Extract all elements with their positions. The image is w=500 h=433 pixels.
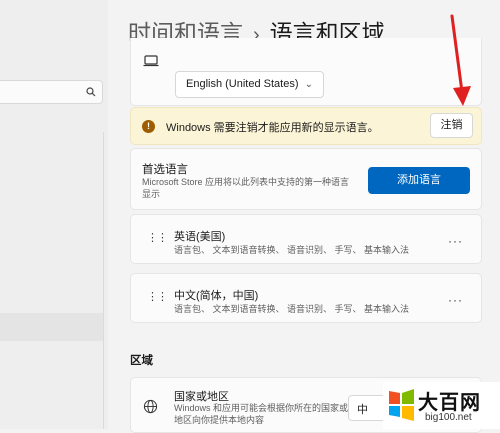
watermark-url: big100.net [425, 412, 472, 423]
watermark-logo [389, 389, 414, 421]
more-options-icon[interactable]: ··· [448, 234, 463, 248]
navigation-pane [0, 0, 108, 429]
country-region-description: Windows 和应用可能会根据你所在的国家或地区向你提供本地内容 [174, 403, 349, 425]
navigation-divider [103, 132, 104, 429]
search-icon [86, 87, 96, 97]
language-name: 中文(简体，中国) [174, 290, 259, 302]
warning-text: Windows 需要注销才能应用新的显示语言。 [166, 122, 379, 134]
language-features: 语言包、 文本到语音转换、 语音识别、 手写、 基本输入法 [174, 304, 410, 314]
preferred-languages-description: Microsoft Store 应用将以此列表中支持的第一种语言显示 [142, 177, 350, 199]
region-section-heading: 区域 [130, 355, 153, 367]
red-arrow-annotation [450, 14, 471, 106]
drag-handle-icon[interactable]: ⋮⋮ [147, 233, 168, 244]
watermark-title: 大百网 [418, 392, 481, 414]
chevron-down-icon: ⌄ [304, 79, 313, 90]
drag-handle-icon[interactable]: ⋮⋮ [147, 292, 168, 303]
warning-icon: ! [142, 120, 155, 133]
country-region-value: 中 [357, 404, 368, 416]
globe-icon [143, 399, 158, 414]
display-language-dropdown[interactable]: English (United States) ⌄ [175, 71, 324, 98]
more-options-icon[interactable]: ··· [448, 293, 463, 307]
laptop-icon [143, 55, 159, 67]
language-name: 英语(美国) [174, 231, 226, 243]
signout-button[interactable]: 注销 [430, 113, 473, 138]
language-features: 语言包、 文本到语音转换、 语音识别、 手写、 基本输入法 [174, 245, 410, 255]
add-language-button[interactable]: 添加语言 [368, 167, 470, 194]
preferred-languages-title: 首选语言 [142, 164, 188, 176]
display-language-value: English (United States) [186, 78, 299, 90]
nav-item-selected[interactable] [0, 313, 103, 341]
country-region-dropdown[interactable]: 中 [348, 395, 388, 421]
search-input[interactable] [0, 80, 103, 104]
